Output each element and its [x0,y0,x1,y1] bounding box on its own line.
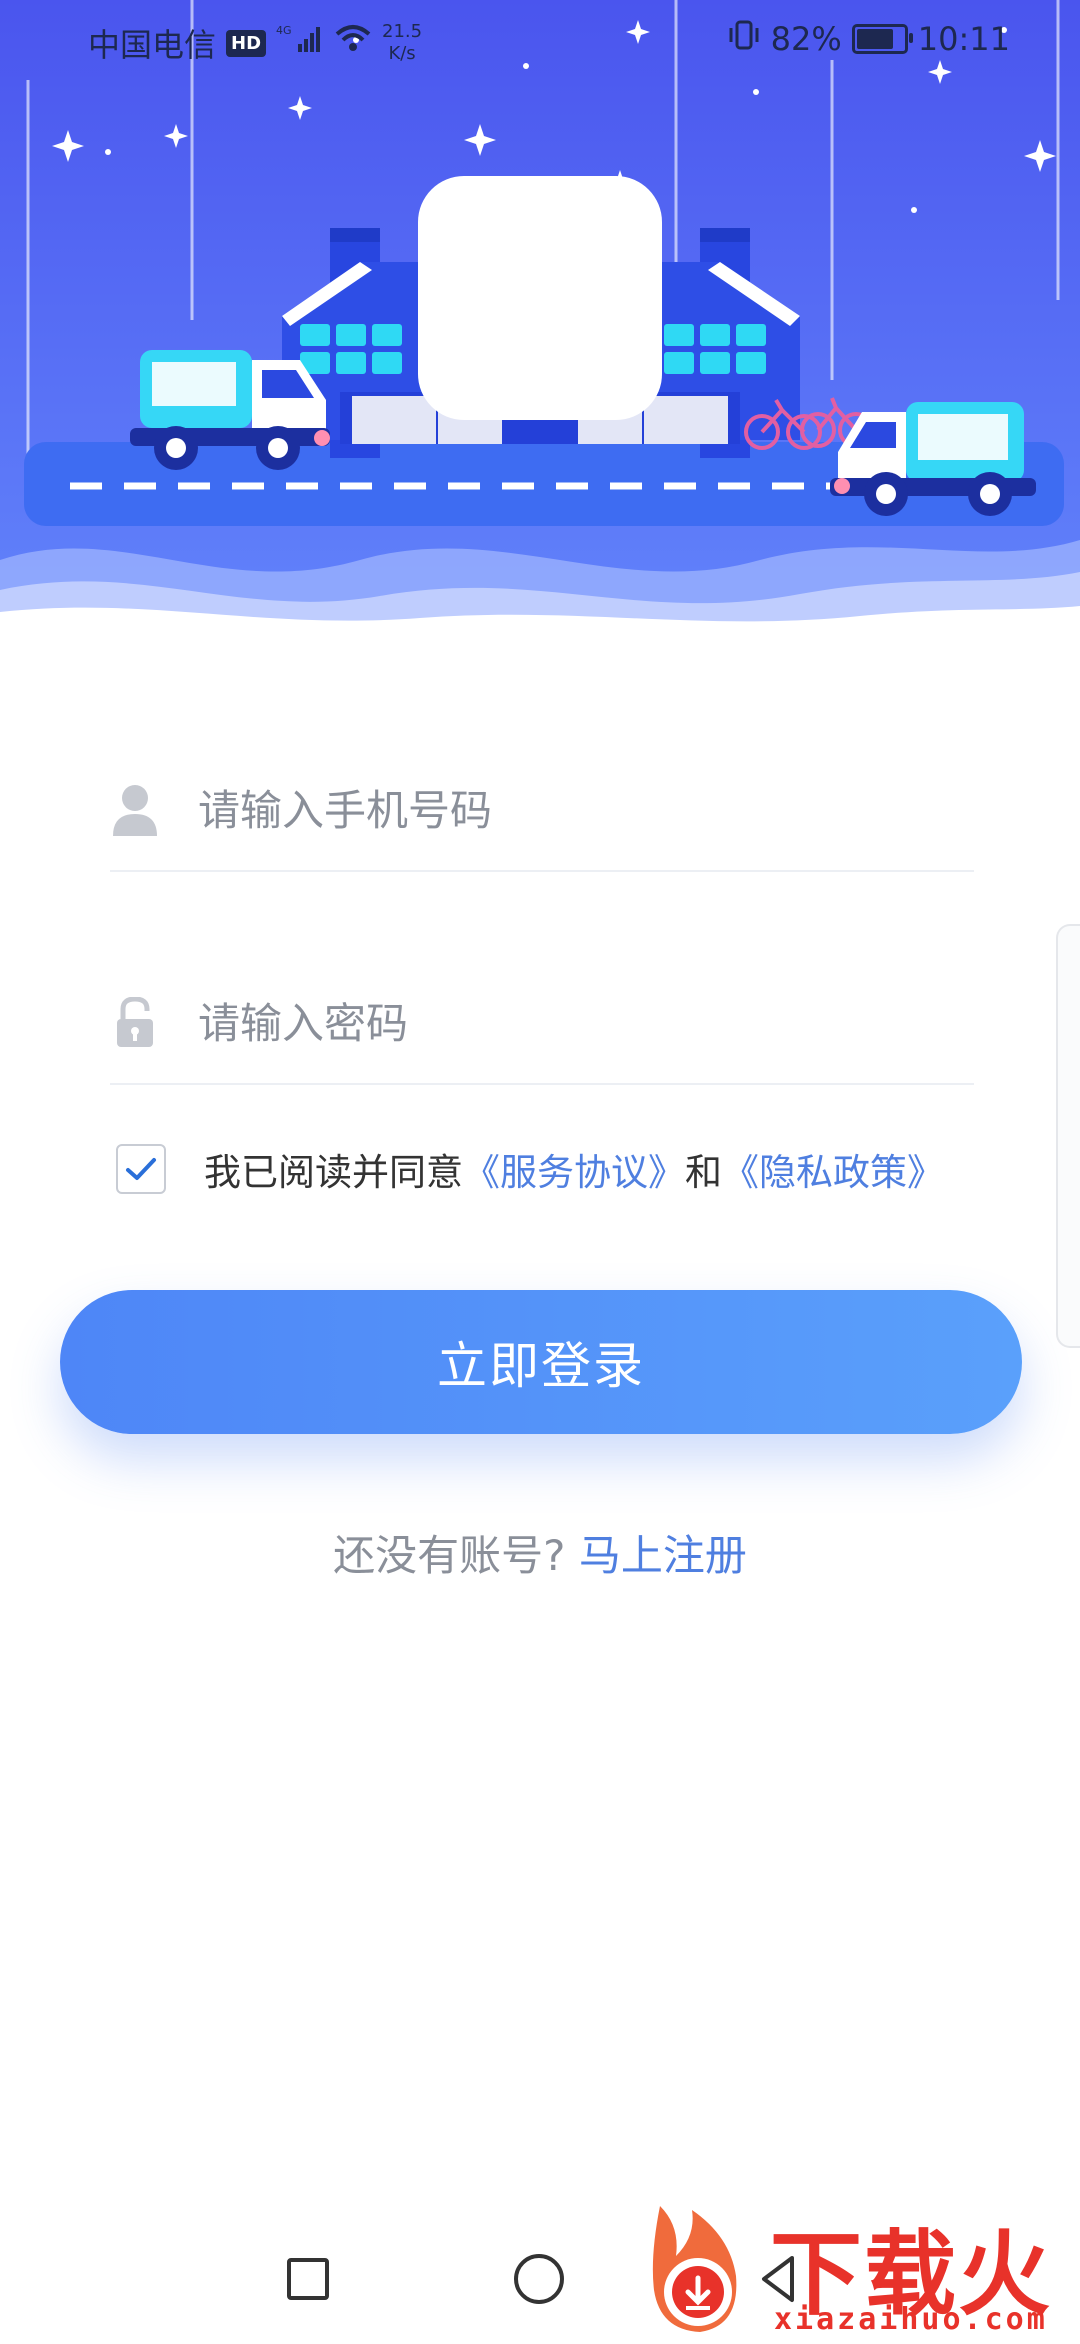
phone-input[interactable] [196,784,900,836]
lock-icon [110,993,160,1053]
battery-icon [851,24,913,54]
flame-logo-icon [652,2206,737,2332]
password-input[interactable] [196,997,900,1049]
agreement-text: 我已阅读并同意《服务协议》和《隐私政策》 [204,1142,944,1196]
speed-unit: K/s [388,43,416,64]
register-prompt: 还没有账号? [333,1531,566,1580]
check-icon [126,1158,156,1180]
battery-percent: 82% [770,20,842,58]
wifi-icon [334,24,372,62]
vibrate-icon [727,20,761,58]
agree-checkbox[interactable] [116,1144,166,1194]
side-drawer-handle[interactable] [1056,924,1080,1348]
clock: 10:11 [917,20,1010,58]
register-link[interactable]: 马上注册 [579,1531,747,1580]
battery-fill [856,29,893,49]
recents-button[interactable] [287,2258,329,2300]
signal-icon: 4G [276,24,324,62]
watermark: 下载火 xiazaihuo.com [640,2196,1080,2340]
watermark-url: xiazaihuo.com [774,2302,1048,2337]
app-logo [418,176,662,420]
service-agreement-link[interactable]: 《服务协议》 [463,1151,685,1194]
speed-value: 21.5 [382,21,423,42]
user-icon [110,780,160,840]
home-button[interactable] [514,2254,564,2304]
login-button[interactable]: 立即登录 [60,1290,1022,1434]
privacy-policy-link[interactable]: 《隐私政策》 [722,1151,944,1194]
network-speed: 21.5 K/s [382,21,422,65]
register-row: 还没有账号? 马上注册 [0,1522,1080,1583]
password-field [110,963,974,1085]
carrier-label: 中国电信 [88,26,217,64]
agreement-row: 我已阅读并同意《服务协议》和《隐私政策》 [116,1142,944,1196]
status-bar: 中国电信 HD 4G 21.5 K/s 82% 10:11 [0,0,1080,80]
agree-prefix: 我已阅读并同意 [204,1151,463,1194]
phone-field [110,750,974,872]
net-type-label: 4G [276,24,292,37]
hd-badge: HD [226,29,267,57]
agree-and: 和 [685,1151,722,1194]
